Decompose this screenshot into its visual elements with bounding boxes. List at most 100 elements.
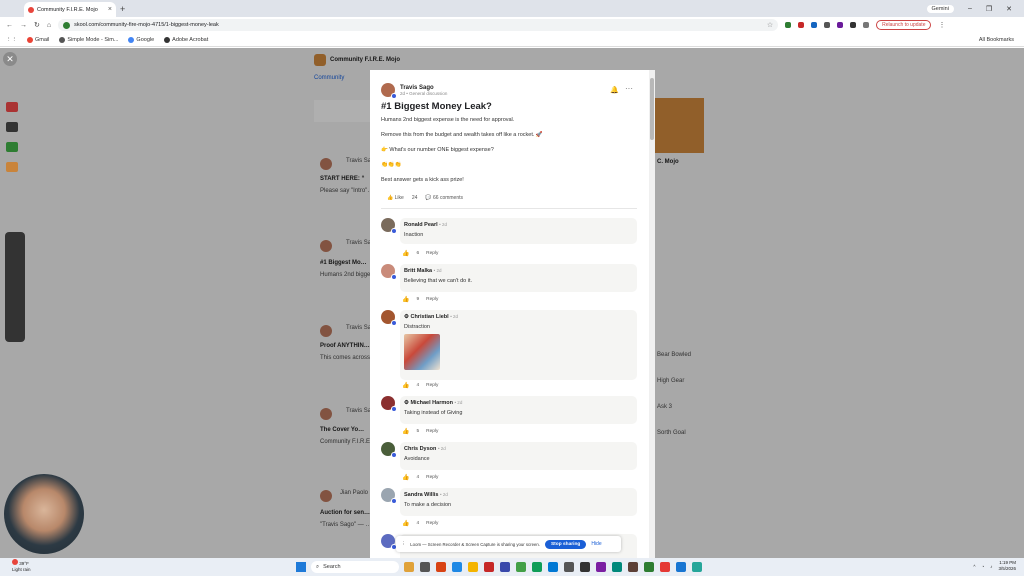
app-icon[interactable] [468,562,478,572]
reply-button[interactable]: Reply [426,251,438,256]
comments-button[interactable]: 💬 66 comments [425,195,463,201]
bookmark-item[interactable]: Google [128,36,154,43]
url-field[interactable]: skool.com/community-fire-mojo-4715/1-big… [58,19,779,31]
relaunch-button[interactable]: Relaunch to update [876,20,932,30]
like-icon[interactable]: 👍 [402,520,409,527]
app-icon[interactable] [548,562,558,572]
app-icon[interactable] [516,562,526,572]
bookmark-item[interactable]: Gmail [27,36,49,43]
reply-button[interactable]: Reply [426,475,438,480]
clock[interactable]: 1:19 PM 3/5/2026 [998,560,1016,572]
tool-icon[interactable] [6,102,18,112]
app-icon[interactable] [644,562,654,572]
reload-icon[interactable]: ↻ [34,21,40,29]
more-options-icon[interactable]: ··· [625,84,633,93]
reply-button[interactable]: Reply [426,383,438,388]
bell-icon[interactable]: 🔔 [610,86,619,94]
back-icon[interactable]: ← [6,22,13,29]
chevron-up-icon[interactable]: ^ [973,564,975,569]
app-icon[interactable] [500,562,510,572]
taskbar-search[interactable]: ⌕ Search [311,561,399,573]
comment-image[interactable] [404,334,440,370]
tool-icon[interactable] [6,142,18,152]
app-icon[interactable] [404,562,414,572]
comment-avatar[interactable] [381,534,397,550]
hide-button[interactable]: Hide [591,541,601,547]
reply-button[interactable]: Reply [426,297,438,302]
extension-icon[interactable] [798,22,805,28]
extension-icon[interactable] [824,22,831,28]
app-icon[interactable] [612,562,622,572]
app-icon[interactable] [580,562,590,572]
app-icon[interactable] [660,562,670,572]
comment-author[interactable]: Britt Malka • 2d [404,268,633,274]
comment-author[interactable]: ⚙ Christian Liebl • 2d [404,314,633,320]
comment-avatar[interactable] [381,218,397,234]
gemini-button[interactable]: Gemini [926,4,954,13]
tool-icon[interactable] [6,122,18,132]
webcam-bubble[interactable] [4,474,84,554]
app-icon[interactable] [628,562,638,572]
volume-icon[interactable]: ♪ [990,564,992,569]
menu-icon[interactable]: ⋮ [938,21,945,29]
reply-button[interactable]: Reply [426,429,438,434]
app-icon[interactable] [420,562,430,572]
drag-handle-icon[interactable]: ⋮ [401,541,405,547]
wifi-icon[interactable]: ◔ [982,564,985,569]
windows-start-icon[interactable] [296,562,306,572]
app-icon[interactable] [676,562,686,572]
like-icon[interactable]: 👍 [402,428,409,435]
forward-icon[interactable]: → [20,22,27,29]
like-icon[interactable]: 👍 [402,296,409,303]
stop-sharing-button[interactable]: Stop sharing [544,539,587,549]
weather-widget[interactable]: 39°F Light rain [12,559,31,573]
maximize-icon[interactable]: ❐ [986,5,992,13]
app-icon[interactable] [564,562,574,572]
tool-icon[interactable] [6,162,18,172]
weather-desc: Light rain [12,567,31,572]
bookmark-item[interactable]: Adobe Acrobat [164,36,208,43]
bookmark-star-icon[interactable]: ☆ [767,21,773,29]
app-icon[interactable] [532,562,542,572]
scrollbar-thumb[interactable] [650,78,654,140]
comment-avatar[interactable] [381,488,397,504]
comment-avatar[interactable] [381,264,397,280]
comment-avatar[interactable] [381,396,397,412]
extensions-puzzle-icon[interactable] [863,22,870,28]
like-icon[interactable]: 👍 [402,382,409,389]
apps-icon[interactable]: ⋮⋮ [6,37,17,43]
comment-author[interactable]: Ronald Pearl • 2d [404,222,633,228]
site-info-icon[interactable] [63,21,71,29]
comment-author[interactable]: Chris Dyson • 2d [404,446,633,452]
reply-button[interactable]: Reply [426,521,438,526]
like-button[interactable]: 👍 Like [387,195,404,201]
author-avatar[interactable] [381,83,397,99]
clock-time: 1:19 PM [999,560,1016,565]
close-window-icon[interactable]: ✕ [1006,5,1012,13]
extension-icon[interactable] [785,22,792,28]
extension-icon[interactable] [811,22,818,28]
extension-icon[interactable] [850,22,857,28]
tab-active[interactable]: Community F.I.R.E. Mojo × [24,2,116,17]
new-tab-icon[interactable]: + [120,4,125,14]
comment-author[interactable]: ⚙ Michael Harmon • 2d [404,400,633,406]
app-icon[interactable] [452,562,462,572]
app-icon[interactable] [484,562,494,572]
close-icon[interactable]: ✕ [3,52,17,66]
scrollbar[interactable] [649,70,655,558]
extension-icon[interactable] [837,22,844,28]
like-icon[interactable]: 👍 [402,474,409,481]
comment-avatar[interactable] [381,442,397,458]
bookmark-item[interactable]: Simple Mode - Sim... [59,36,118,43]
home-icon[interactable]: ⌂ [47,22,51,29]
app-icon[interactable] [596,562,606,572]
app-icon[interactable] [692,562,702,572]
comment-avatar[interactable] [381,310,397,326]
like-icon[interactable]: 👍 [402,250,409,257]
all-bookmarks[interactable]: All Bookmarks [979,37,1024,43]
close-tab-icon[interactable]: × [108,6,112,13]
minimize-icon[interactable]: – [968,5,972,12]
comment-author[interactable]: Sandra Willis • 2d [404,492,633,498]
recording-toolbar[interactable] [5,232,25,342]
app-icon[interactable] [436,562,446,572]
